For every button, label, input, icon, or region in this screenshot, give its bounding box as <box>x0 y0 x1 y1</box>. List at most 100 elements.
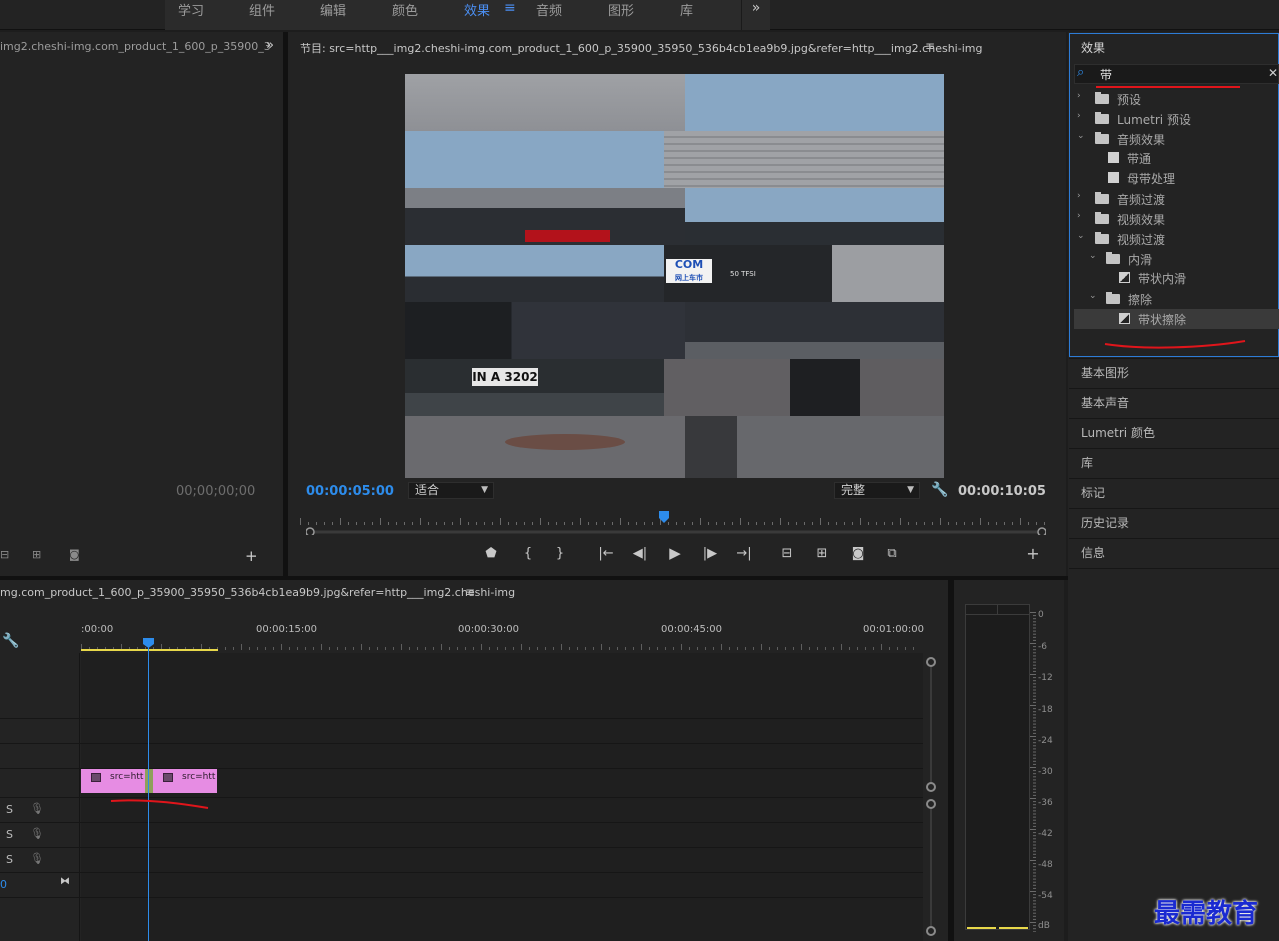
button-editor-icon[interactable]: + <box>1023 544 1043 563</box>
panel-menu-icon[interactable]: ≡ <box>465 585 475 599</box>
more-workspaces-button[interactable]: » <box>741 0 770 30</box>
panel-menu-icon[interactable]: ≡ <box>925 39 935 53</box>
video-clip[interactable]: src=htt <box>81 769 145 793</box>
track-solo-toggle[interactable]: S <box>6 828 13 841</box>
folder-icon <box>1106 292 1120 304</box>
timeline-settings-icon[interactable]: 🔧 <box>2 633 19 649</box>
master-track-value[interactable]: 0 <box>0 878 7 891</box>
tree-folder-audio-effects[interactable]: ⌄ 音频效果 <box>1074 129 1279 149</box>
effects-search-value[interactable]: 带 <box>1100 66 1112 83</box>
panel-libraries[interactable]: 库 <box>1069 448 1279 477</box>
play-icon[interactable]: ▶ <box>665 544 685 562</box>
folder-icon <box>1106 252 1120 264</box>
chevron-down-icon[interactable]: ⌄ <box>1077 131 1085 141</box>
ruler-label: 00:00:45:00 <box>661 624 723 635</box>
master-track-icon[interactable]: ⧓ <box>60 876 70 887</box>
panel-essential-sound[interactable]: 基本声音 <box>1069 388 1279 417</box>
zoom-scroll-bar[interactable] <box>306 527 1046 535</box>
chevron-down-icon[interactable]: ⌄ <box>1077 231 1085 241</box>
tree-folder-presets[interactable]: › 预设 <box>1074 89 1279 109</box>
source-timecode[interactable]: 00;00;00;00 <box>176 484 255 499</box>
clear-search-icon[interactable]: ✕ <box>1268 66 1278 80</box>
workspace-tab-effects[interactable]: 效果 <box>464 0 490 19</box>
fx-badge-icon <box>91 773 101 782</box>
export-frame-icon[interactable]: ◙ <box>69 548 80 561</box>
db-label: -42 <box>1038 829 1053 839</box>
mark-out-icon[interactable]: } <box>550 546 570 561</box>
workspace-tab-graphics[interactable]: 图形 <box>608 0 634 19</box>
track-solo-toggle[interactable]: S <box>6 853 13 866</box>
sequence-tab-title[interactable]: mg.com_product_1_600_p_35900_35950_536b4… <box>0 586 515 599</box>
program-time-ruler[interactable] <box>300 511 1046 525</box>
workspace-bar: 学习 组件 编辑 颜色 效果 ≡ 音频 图形 库 » <box>0 0 1279 30</box>
chevron-down-icon[interactable]: ⌄ <box>1089 251 1097 261</box>
microphone-icon[interactable]: 🎙 <box>30 852 44 865</box>
go-to-out-icon[interactable]: →| <box>734 546 754 561</box>
effects-panel-title[interactable]: 效果 <box>1081 39 1105 56</box>
track-solo-toggle[interactable]: S <box>6 803 13 816</box>
workspace-menu-icon[interactable]: ≡ <box>504 0 516 16</box>
extract-icon[interactable]: ⊞ <box>812 546 832 561</box>
program-monitor-title[interactable]: 节目: src=http___img2.cheshi-img.com_produ… <box>300 40 982 56</box>
tree-folder-video-effects[interactable]: › 视频效果 <box>1074 209 1279 229</box>
go-to-in-icon[interactable]: |← <box>596 546 616 561</box>
playback-resolution-select[interactable]: 完整 ▼ <box>834 482 920 499</box>
work-area-bar[interactable] <box>81 649 218 651</box>
add-button-icon[interactable]: + <box>245 547 258 565</box>
tree-folder-audio-transitions[interactable]: › 音频过渡 <box>1074 189 1279 209</box>
panel-history[interactable]: 历史记录 <box>1069 508 1279 537</box>
tree-folder-wipe[interactable]: ⌄ 擦除 <box>1074 289 1279 309</box>
chevron-down-icon[interactable]: ⌄ <box>1089 291 1097 301</box>
step-back-icon[interactable]: ◀| <box>630 546 650 561</box>
microphone-icon[interactable]: 🎙 <box>30 827 44 840</box>
chevron-right-icon[interactable]: › <box>1077 211 1081 221</box>
workspace-tab-audio[interactable]: 音频 <box>536 0 562 19</box>
timeline-playhead-line[interactable] <box>148 641 149 941</box>
tree-item-bandpass[interactable]: 带通 <box>1074 148 1279 168</box>
workspace-tab-editing[interactable]: 编辑 <box>320 0 346 19</box>
workspace-tab-assembly[interactable]: 组件 <box>249 0 275 19</box>
mark-in-icon[interactable]: { <box>518 546 538 561</box>
chevron-right-icon[interactable]: › <box>1077 191 1081 201</box>
annotation-underline <box>110 799 209 809</box>
tree-item-mastering[interactable]: 母带处理 <box>1074 168 1279 188</box>
zoom-level-select[interactable]: 适合 ▼ <box>408 482 494 499</box>
scroll-handle[interactable] <box>926 657 936 667</box>
workspace-tab-libraries[interactable]: 库 <box>680 0 693 19</box>
panel-info[interactable]: 信息 <box>1069 538 1279 567</box>
export-frame-icon[interactable]: ◙ <box>848 546 868 561</box>
scroll-handle[interactable] <box>926 799 936 809</box>
step-forward-icon[interactable]: |▶ <box>700 546 720 561</box>
ruler-label: :00:00 <box>81 624 114 635</box>
transition-icon <box>1119 313 1130 324</box>
tree-item-band-wipe[interactable]: 带状擦除 <box>1074 309 1279 329</box>
chevron-right-icon[interactable]: › <box>1077 91 1081 101</box>
video-clip[interactable]: src=htt <box>153 769 217 793</box>
workspace-tab-color[interactable]: 颜色 <box>392 0 418 19</box>
ruler-label: 00:01:00:00 <box>863 624 925 635</box>
tree-folder-slide[interactable]: ⌄ 内滑 <box>1074 249 1279 269</box>
tree-item-band-slide[interactable]: 带状内滑 <box>1074 268 1279 288</box>
chevron-right-icon[interactable]: › <box>1077 111 1081 121</box>
panel-markers[interactable]: 标记 <box>1069 478 1279 507</box>
db-label: -18 <box>1038 705 1053 715</box>
source-tab-title[interactable]: img2.cheshi-img.com_product_1_600_p_3590… <box>0 40 271 53</box>
insert-icon[interactable]: ⊟ <box>0 548 9 561</box>
workspace-tab-learn[interactable]: 学习 <box>178 0 204 19</box>
playhead-timecode[interactable]: 00:00:05:00 <box>306 484 394 499</box>
lift-icon[interactable]: ⊟ <box>777 546 797 561</box>
tree-folder-lumetri-presets[interactable]: › Lumetri 预设 <box>1074 109 1279 129</box>
expand-panels-icon[interactable]: » <box>266 38 274 53</box>
add-marker-icon[interactable]: ⬟ <box>481 546 501 561</box>
panel-lumetri-color[interactable]: Lumetri 颜色 <box>1069 418 1279 447</box>
folder-icon <box>1095 232 1109 244</box>
settings-wrench-icon[interactable]: 🔧 <box>931 482 948 498</box>
overwrite-icon[interactable]: ⊞ <box>32 548 41 561</box>
scroll-handle[interactable] <box>926 782 936 792</box>
microphone-icon[interactable]: 🎙 <box>30 802 44 815</box>
tree-folder-video-transitions[interactable]: ⌄ 视频过渡 <box>1074 229 1279 249</box>
transition-marker[interactable] <box>145 769 153 793</box>
panel-essential-graphics[interactable]: 基本图形 <box>1069 358 1279 387</box>
scroll-handle[interactable] <box>926 926 936 936</box>
comparison-view-icon[interactable]: ⧉ <box>882 546 902 561</box>
